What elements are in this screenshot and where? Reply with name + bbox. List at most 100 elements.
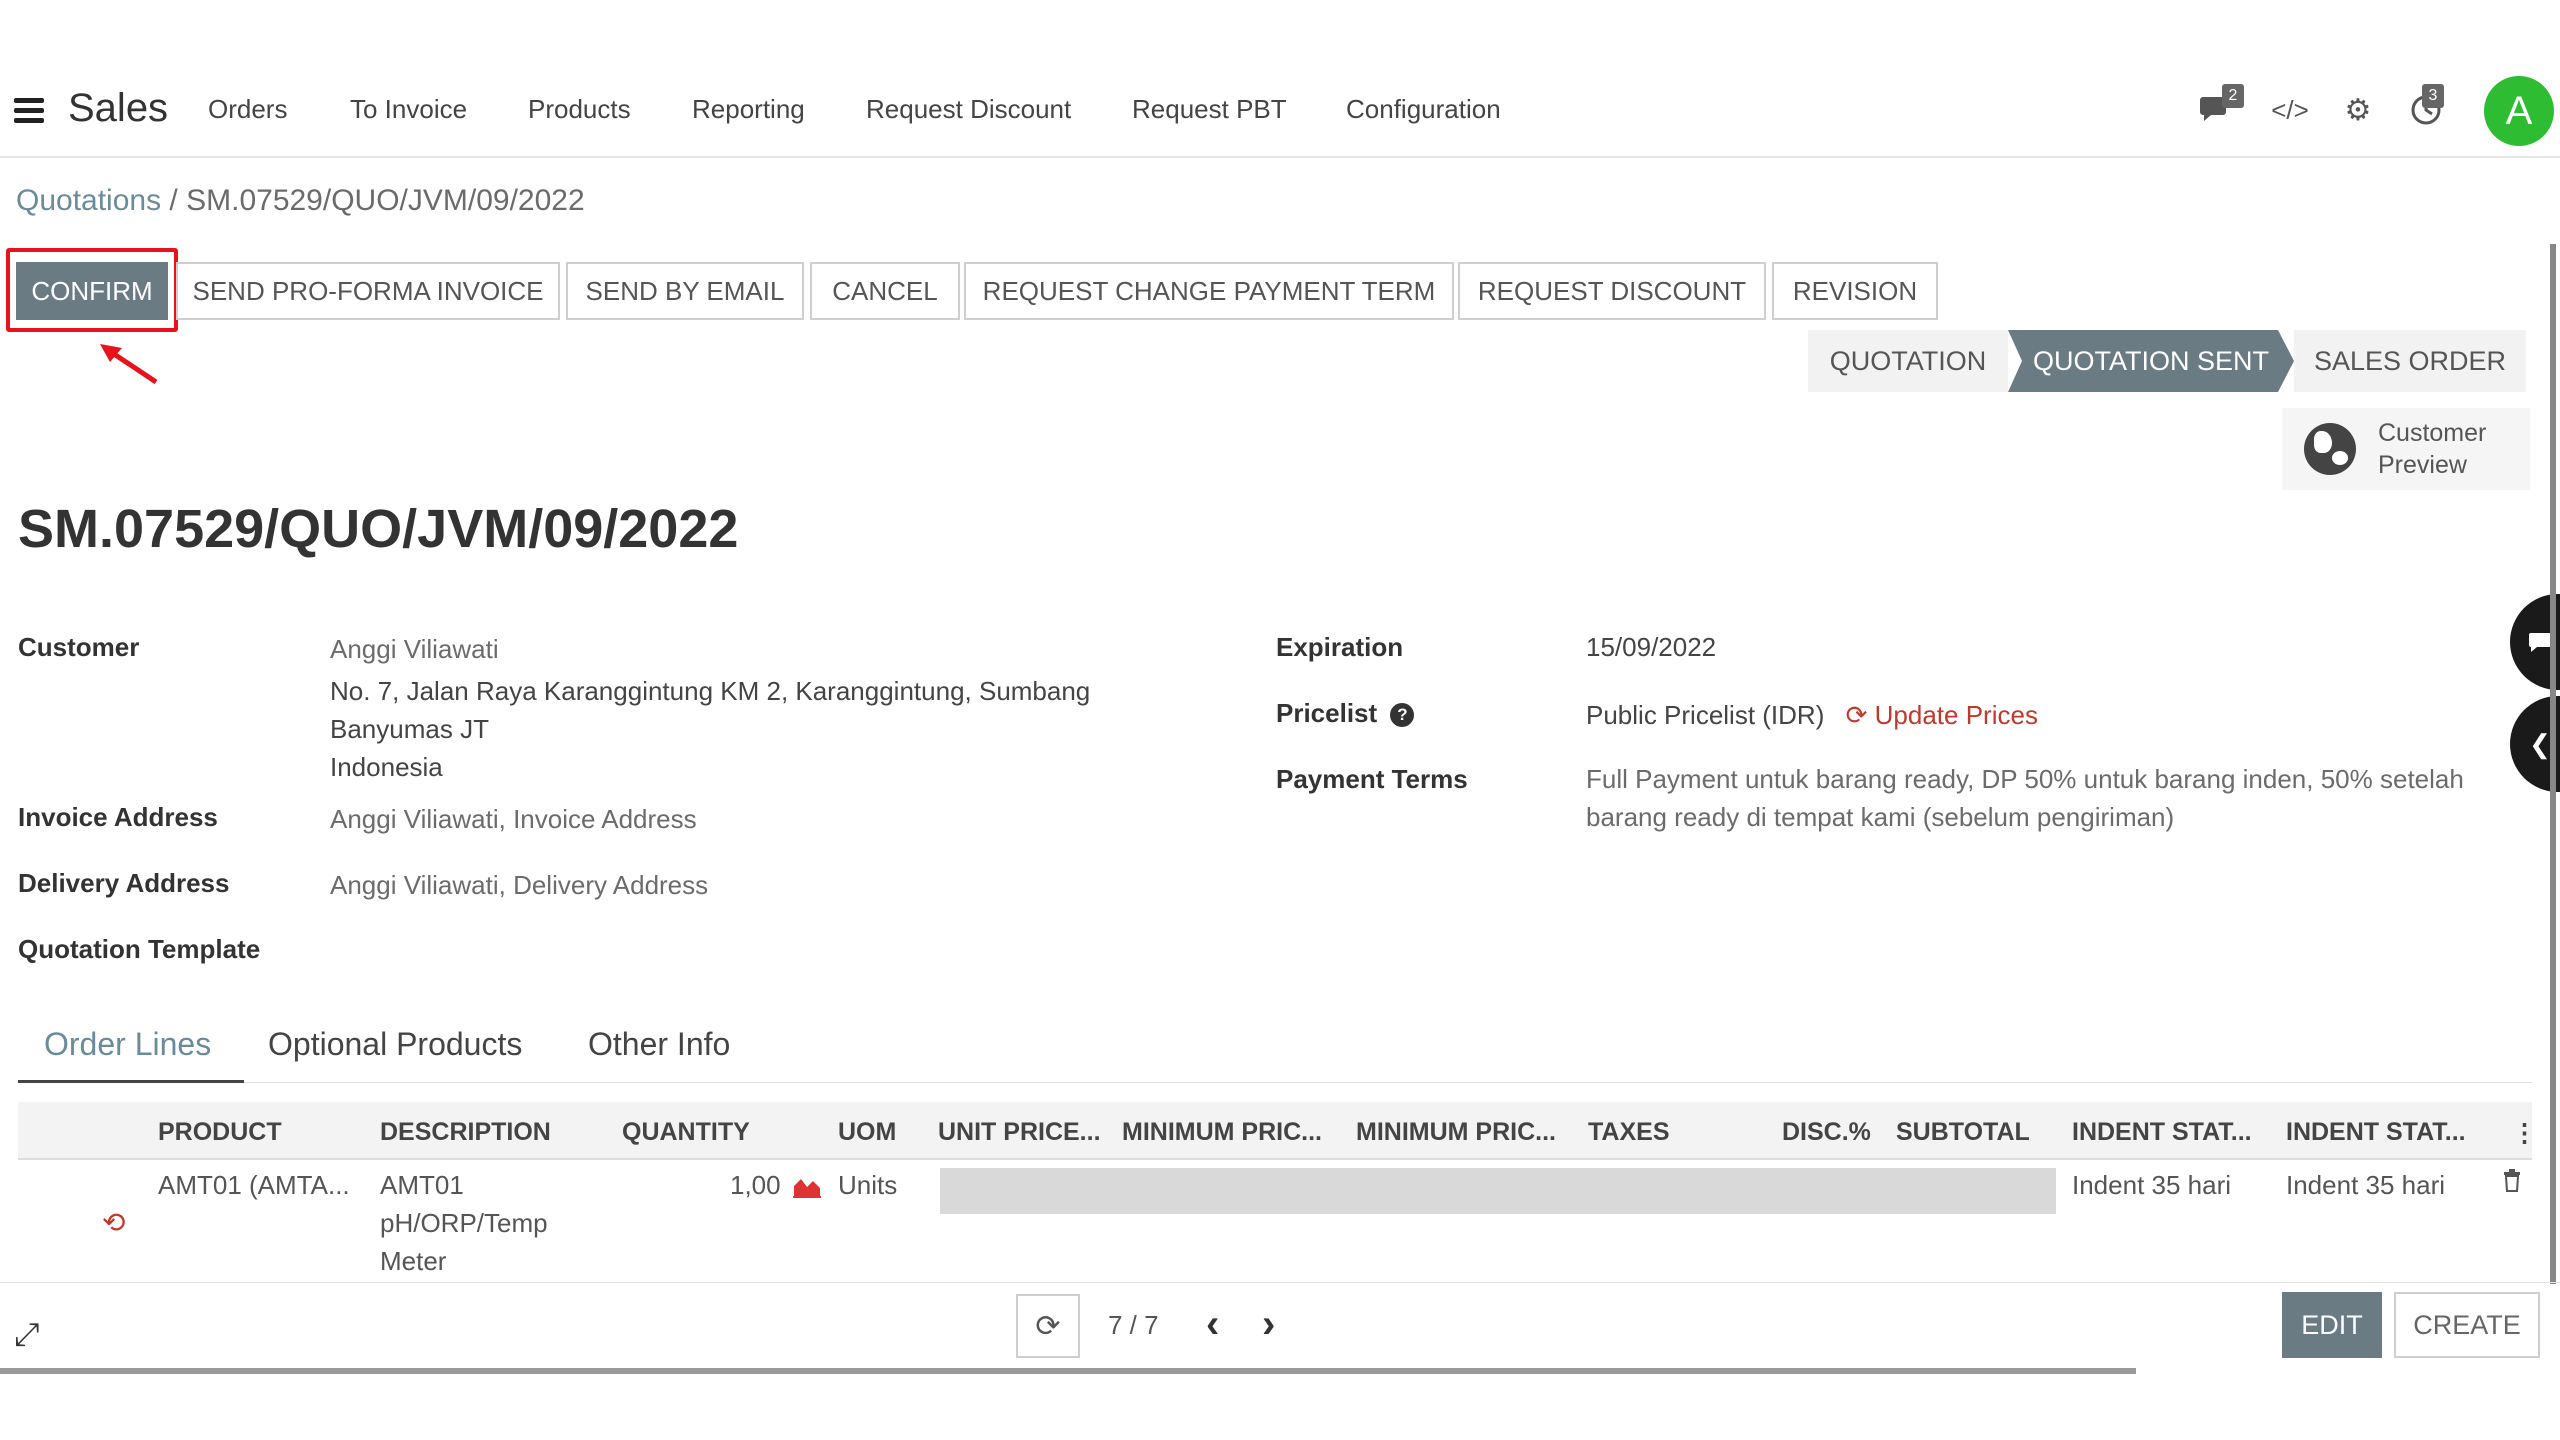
- customer-address-line2: Banyumas JT: [330, 714, 489, 744]
- footer-divider: [0, 1282, 2560, 1283]
- row-price-fields-placeholder: [940, 1168, 2056, 1214]
- customer-address-line1: No. 7, Jalan Raya Karanggintung KM 2, Ka…: [330, 676, 1091, 706]
- pricelist-label: Pricelist ?: [1276, 698, 1415, 729]
- globe-icon: [2304, 423, 2356, 475]
- confirm-button[interactable]: CONFIRM: [16, 262, 168, 320]
- stage-quotation-sent[interactable]: QUOTATION SENT: [2008, 330, 2294, 392]
- reload-button[interactable]: ⟳: [1016, 1294, 1080, 1358]
- pricelist-link[interactable]: Public Pricelist (IDR): [1586, 700, 1824, 730]
- tab-order-lines[interactable]: Order Lines: [44, 1026, 211, 1063]
- payment-terms-line1: Full Payment untuk barang ready, DP 50% …: [1586, 764, 2464, 794]
- col-taxes[interactable]: TAXES: [1588, 1118, 1670, 1147]
- customer-address: No. 7, Jalan Raya Karanggintung KM 2, Ka…: [330, 672, 1090, 786]
- breadcrumb-current: SM.07529/QUO/JVM/09/2022: [186, 184, 585, 217]
- next-record-icon[interactable]: ›: [1262, 1302, 1275, 1347]
- record-title: SM.07529/QUO/JVM/09/2022: [18, 499, 739, 559]
- update-prices-button[interactable]: ⟳ Update Prices: [1846, 700, 2038, 730]
- red-arrow-annotation: [100, 344, 158, 385]
- request-discount-button[interactable]: REQUEST DISCOUNT: [1458, 262, 1766, 320]
- row-uom[interactable]: Units: [838, 1166, 897, 1204]
- col-indent-status-1[interactable]: INDENT STAT...: [2072, 1118, 2252, 1147]
- gear-icon[interactable]: ⚙: [2338, 90, 2378, 130]
- col-minimum-price-1[interactable]: MINIMUM PRIC...: [1122, 1118, 1322, 1147]
- send-proforma-invoice-button[interactable]: SEND PRO-FORMA INVOICE: [176, 262, 560, 320]
- revision-button[interactable]: REVISION: [1772, 262, 1938, 320]
- col-minimum-price-2[interactable]: MINIMUM PRIC...: [1356, 1118, 1556, 1147]
- row-indent-status-2[interactable]: Indent 35 hari: [2286, 1166, 2445, 1204]
- menu-configuration[interactable]: Configuration: [1346, 94, 1501, 125]
- col-product[interactable]: PRODUCT: [158, 1118, 282, 1147]
- menu-request-pbt[interactable]: Request PBT: [1132, 94, 1287, 125]
- refresh-icon: ⟳: [1845, 700, 1868, 730]
- customer-preview-line1: Customer: [2378, 419, 2487, 447]
- top-navbar: [0, 0, 2560, 158]
- vertical-scrollbar[interactable]: [2550, 244, 2556, 1284]
- forecast-chart-icon[interactable]: [792, 1174, 822, 1198]
- horizontal-scrollbar[interactable]: [0, 1368, 2136, 1374]
- customer-preview-button[interactable]: Customer Preview: [2282, 408, 2530, 490]
- invoice-address-link[interactable]: Anggi Viliawati, Invoice Address: [330, 800, 697, 838]
- payment-terms-value[interactable]: Full Payment untuk barang ready, DP 50% …: [1586, 760, 2464, 836]
- menu-orders[interactable]: Orders: [208, 94, 287, 125]
- delivery-address-label: Delivery Address: [18, 868, 230, 898]
- fullscreen-expand-icon[interactable]: ⤢: [14, 1316, 40, 1354]
- column-options-icon[interactable]: ⋮: [2512, 1118, 2537, 1148]
- customer-name-link[interactable]: Anggi Viliawati: [330, 630, 499, 668]
- payment-terms-label: Payment Terms: [1276, 764, 1468, 794]
- expiration-label: Expiration: [1276, 632, 1404, 662]
- developer-code-icon[interactable]: </>: [2270, 90, 2310, 130]
- tab-other-info[interactable]: Other Info: [588, 1026, 730, 1063]
- payment-terms-line2: barang ready di tempat kami (sebelum pen…: [1586, 802, 2175, 832]
- request-change-payment-term-button[interactable]: REQUEST CHANGE PAYMENT TERM: [964, 262, 1454, 320]
- pricelist-label-text: Pricelist: [1276, 698, 1378, 728]
- col-unit-price[interactable]: UNIT PRICE...: [938, 1118, 1101, 1147]
- pager-counter[interactable]: 7 / 7: [1108, 1310, 1159, 1341]
- delivery-address-link[interactable]: Anggi Viliawati, Delivery Address: [330, 866, 708, 904]
- menu-toggle-icon[interactable]: [14, 98, 44, 124]
- user-avatar[interactable]: A: [2484, 76, 2554, 146]
- customer-preview-line2: Preview: [2378, 451, 2467, 479]
- row-description[interactable]: AMT01 pH/ORP/Temp Meter: [380, 1166, 548, 1280]
- col-uom[interactable]: UOM: [838, 1118, 896, 1147]
- help-icon[interactable]: ?: [1390, 703, 1415, 728]
- tab-optional-products[interactable]: Optional Products: [268, 1026, 522, 1063]
- col-discount[interactable]: DISC.%: [1782, 1118, 1871, 1147]
- breadcrumb: Quotations / SM.07529/QUO/JVM/09/2022: [16, 184, 585, 218]
- col-indent-status-2[interactable]: INDENT STAT...: [2286, 1118, 2466, 1147]
- messages-badge: 2: [2222, 84, 2244, 108]
- cancel-button[interactable]: CANCEL: [810, 262, 960, 320]
- row-product[interactable]: AMT01 (AMTA...: [158, 1166, 350, 1204]
- row-description-line2: pH/ORP/Temp: [380, 1208, 548, 1238]
- breadcrumb-quotations[interactable]: Quotations: [16, 184, 161, 217]
- pricelist-value: Public Pricelist (IDR) ⟳ Update Prices: [1586, 696, 2038, 734]
- quotation-template-label: Quotation Template: [18, 934, 261, 964]
- menu-products[interactable]: Products: [528, 94, 631, 125]
- stage-quotation[interactable]: QUOTATION: [1808, 330, 2008, 392]
- col-quantity[interactable]: QUANTITY: [622, 1118, 750, 1147]
- menu-request-discount[interactable]: Request Discount: [866, 94, 1071, 125]
- activity-badge: 3: [2422, 84, 2444, 108]
- previous-record-icon[interactable]: ‹: [1206, 1302, 1219, 1347]
- menu-reporting[interactable]: Reporting: [692, 94, 805, 125]
- edit-button[interactable]: EDIT: [2282, 1292, 2382, 1358]
- expiration-value: 15/09/2022: [1586, 632, 1717, 662]
- row-quantity[interactable]: 1,00: [730, 1166, 781, 1204]
- col-description[interactable]: DESCRIPTION: [380, 1118, 551, 1147]
- col-subtotal[interactable]: SUBTOTAL: [1896, 1118, 2030, 1147]
- breadcrumb-separator: /: [161, 184, 187, 217]
- reload-icon: ⟳: [1035, 1309, 1061, 1343]
- row-indent-status-1[interactable]: Indent 35 hari: [2072, 1166, 2231, 1204]
- invoice-address-label: Invoice Address: [18, 802, 218, 832]
- undo-icon[interactable]: ⟲: [102, 1206, 125, 1239]
- customer-address-line3: Indonesia: [330, 752, 443, 782]
- trash-icon[interactable]: [2502, 1168, 2522, 1192]
- menu-to-invoice[interactable]: To Invoice: [350, 94, 467, 125]
- active-tab-underline: [18, 1080, 244, 1083]
- tabs-divider: [18, 1082, 2532, 1083]
- row-description-line3: Meter: [380, 1246, 447, 1276]
- stage-sales-order[interactable]: SALES ORDER: [2294, 330, 2526, 392]
- send-by-email-button[interactable]: SEND BY EMAIL: [566, 262, 804, 320]
- create-button[interactable]: CREATE: [2394, 1292, 2540, 1358]
- update-prices-label: Update Prices: [1874, 700, 2038, 730]
- app-title[interactable]: Sales: [68, 86, 168, 131]
